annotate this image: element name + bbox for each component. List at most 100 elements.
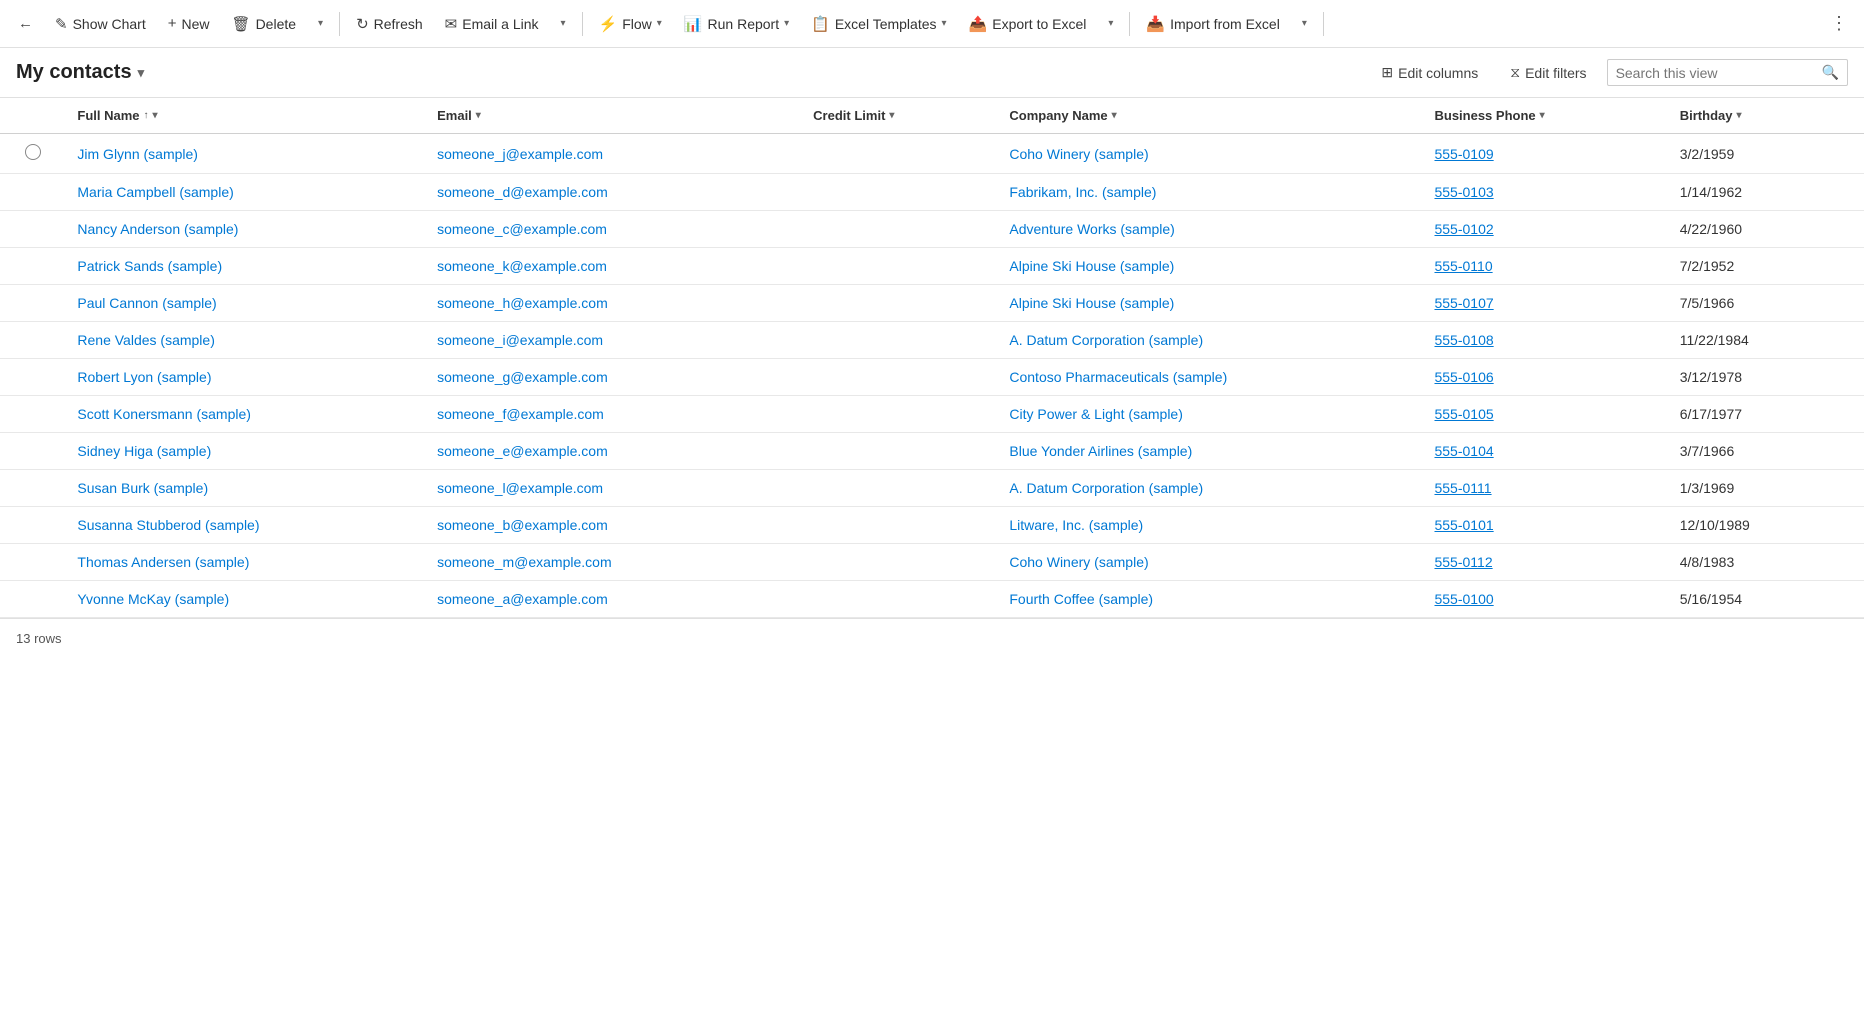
new-button[interactable]: + New: [158, 9, 220, 38]
phone-link[interactable]: 555-0111: [1434, 480, 1491, 496]
cell-credit-limit: [801, 285, 997, 322]
cell-credit-limit: [801, 322, 997, 359]
company-name-link[interactable]: Fourth Coffee (sample): [1009, 591, 1153, 607]
email-link[interactable]: someone_c@example.com: [437, 221, 607, 237]
excel-templates-button[interactable]: 📋 Excel Templates ▾: [801, 9, 956, 39]
edit-columns-button[interactable]: ⊞ Edit columns: [1369, 58, 1490, 87]
row-checkbox-cell: [0, 359, 65, 396]
email-link[interactable]: someone_l@example.com: [437, 480, 603, 496]
company-name-link[interactable]: Coho Winery (sample): [1009, 554, 1148, 570]
email-link[interactable]: someone_b@example.com: [437, 517, 608, 533]
edit-filters-button[interactable]: ⧖ Edit filters: [1498, 58, 1598, 87]
cell-full-name: Rene Valdes (sample): [65, 322, 425, 359]
email-link[interactable]: someone_f@example.com: [437, 406, 604, 422]
more-icon: ⋮: [1830, 13, 1848, 33]
export-excel-button[interactable]: 📤 Export to Excel: [959, 9, 1097, 39]
search-input[interactable]: [1616, 65, 1816, 81]
contact-name-link[interactable]: Susan Burk (sample): [77, 480, 208, 496]
contact-name-link[interactable]: Sidney Higa (sample): [77, 443, 211, 459]
phone-link[interactable]: 555-0107: [1434, 295, 1493, 311]
contact-name-link[interactable]: Maria Campbell (sample): [77, 184, 233, 200]
row-checkbox[interactable]: [25, 144, 41, 160]
phone-link[interactable]: 555-0101: [1434, 517, 1493, 533]
col-header-credit-limit[interactable]: Credit Limit ▾: [801, 98, 997, 134]
title-chevron-icon[interactable]: ▾: [138, 65, 145, 81]
contact-name-link[interactable]: Jim Glynn (sample): [77, 146, 198, 162]
email-link[interactable]: someone_e@example.com: [437, 443, 608, 459]
email-link[interactable]: someone_j@example.com: [437, 146, 603, 162]
col-header-birthday[interactable]: Birthday ▾: [1668, 98, 1864, 134]
company-name-link[interactable]: A. Datum Corporation (sample): [1009, 332, 1203, 348]
phone-link[interactable]: 555-0100: [1434, 591, 1493, 607]
cell-full-name: Susanna Stubberod (sample): [65, 507, 425, 544]
phone-link[interactable]: 555-0106: [1434, 369, 1493, 385]
contact-name-link[interactable]: Nancy Anderson (sample): [77, 221, 238, 237]
contact-name-link[interactable]: Thomas Andersen (sample): [77, 554, 249, 570]
email-link[interactable]: someone_a@example.com: [437, 591, 608, 607]
contact-name-link[interactable]: Rene Valdes (sample): [77, 332, 214, 348]
chevron-down-icon: ▾: [561, 18, 566, 29]
company-name-link[interactable]: Litware, Inc. (sample): [1009, 517, 1143, 533]
phone-link[interactable]: 555-0112: [1434, 554, 1492, 570]
phone-link[interactable]: 555-0109: [1434, 146, 1493, 162]
contact-name-link[interactable]: Susanna Stubberod (sample): [77, 517, 259, 533]
email-link[interactable]: someone_h@example.com: [437, 295, 608, 311]
contact-name-link[interactable]: Robert Lyon (sample): [77, 369, 211, 385]
cell-birthday: 7/2/1952: [1668, 248, 1864, 285]
phone-link[interactable]: 555-0108: [1434, 332, 1493, 348]
email-link[interactable]: someone_m@example.com: [437, 554, 612, 570]
email-link-chevron-button[interactable]: ▾: [551, 12, 576, 35]
flow-button[interactable]: ⚡ Flow ▾: [589, 9, 672, 39]
table-row: Rene Valdes (sample) someone_i@example.co…: [0, 322, 1864, 359]
delete-chevron-button[interactable]: ▾: [308, 12, 333, 35]
show-chart-button[interactable]: ✎ Show Chart: [45, 9, 156, 39]
delete-button[interactable]: 🗑 Delete: [222, 9, 307, 39]
contact-name-link[interactable]: Scott Konersmann (sample): [77, 406, 251, 422]
refresh-button[interactable]: ↻ Refresh: [346, 9, 433, 39]
company-name-link[interactable]: Blue Yonder Airlines (sample): [1009, 443, 1192, 459]
table-row: Patrick Sands (sample) someone_k@example.…: [0, 248, 1864, 285]
cell-full-name: Sidney Higa (sample): [65, 433, 425, 470]
chart-icon: ✎: [55, 15, 68, 33]
company-name-link[interactable]: City Power & Light (sample): [1009, 406, 1183, 422]
cell-email: someone_e@example.com: [425, 433, 801, 470]
chevron-down-icon: ▾: [942, 18, 947, 29]
email-link[interactable]: someone_g@example.com: [437, 369, 608, 385]
company-name-link[interactable]: Adventure Works (sample): [1009, 221, 1174, 237]
back-button[interactable]: ←: [8, 9, 43, 38]
export-icon: 📤: [969, 15, 988, 33]
col-header-company-name[interactable]: Company Name ▾: [997, 98, 1422, 134]
contact-name-link[interactable]: Yvonne McKay (sample): [77, 591, 229, 607]
phone-link[interactable]: 555-0105: [1434, 406, 1493, 422]
email-link-button[interactable]: ✉ Email a Link: [435, 9, 549, 39]
phone-link[interactable]: 555-0102: [1434, 221, 1493, 237]
more-options-button[interactable]: ⋮: [1822, 7, 1856, 40]
phone-link[interactable]: 555-0104: [1434, 443, 1493, 459]
col-header-email[interactable]: Email ▾: [425, 98, 801, 134]
search-box[interactable]: 🔍: [1607, 59, 1848, 86]
company-name-link[interactable]: Alpine Ski House (sample): [1009, 258, 1174, 274]
email-link[interactable]: someone_k@example.com: [437, 258, 607, 274]
email-link[interactable]: someone_i@example.com: [437, 332, 603, 348]
cell-full-name: Robert Lyon (sample): [65, 359, 425, 396]
view-header: My contacts ▾ ⊞ Edit columns ⧖ Edit filt…: [0, 48, 1864, 98]
company-name-link[interactable]: Contoso Pharmaceuticals (sample): [1009, 369, 1227, 385]
contact-name-link[interactable]: Patrick Sands (sample): [77, 258, 222, 274]
cell-business-phone: 555-0104: [1422, 433, 1667, 470]
email-link[interactable]: someone_d@example.com: [437, 184, 608, 200]
company-name-link[interactable]: Coho Winery (sample): [1009, 146, 1148, 162]
company-name-link[interactable]: Alpine Ski House (sample): [1009, 295, 1174, 311]
company-name-link[interactable]: Fabrikam, Inc. (sample): [1009, 184, 1156, 200]
contact-name-link[interactable]: Paul Cannon (sample): [77, 295, 216, 311]
phone-link[interactable]: 555-0110: [1434, 258, 1492, 274]
table-row: Sidney Higa (sample) someone_e@example.co…: [0, 433, 1864, 470]
export-excel-chevron-button[interactable]: ▾: [1098, 12, 1123, 35]
import-excel-chevron-button[interactable]: ▾: [1292, 12, 1317, 35]
cell-business-phone: 555-0108: [1422, 322, 1667, 359]
run-report-button[interactable]: 📊 Run Report ▾: [674, 9, 799, 39]
col-header-business-phone[interactable]: Business Phone ▾: [1422, 98, 1667, 134]
import-excel-button[interactable]: 📥 Import from Excel: [1136, 9, 1289, 39]
company-name-link[interactable]: A. Datum Corporation (sample): [1009, 480, 1203, 496]
phone-link[interactable]: 555-0103: [1434, 184, 1493, 200]
col-header-full-name[interactable]: Full Name ↑ ▾: [65, 98, 425, 134]
